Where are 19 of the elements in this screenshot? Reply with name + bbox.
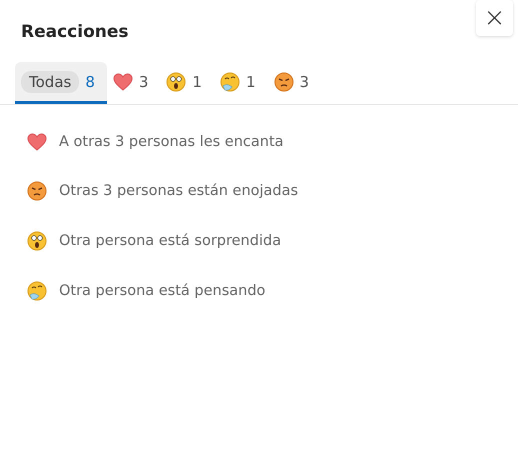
reaction-summary: Otra persona está pensando [59,283,266,299]
reaction-summary: A otras 3 personas les encanta [59,134,284,150]
reaction-tab[interactable]: 1 [214,62,268,104]
angry-face-icon [27,181,47,201]
heart-icon [112,72,133,90]
reaction-tab[interactable]: 1 [160,62,214,104]
heart-icon [27,133,47,151]
dialog-title: Reacciones [21,22,129,42]
thinking-face-icon [220,72,240,92]
surprised-face-icon [27,231,47,251]
reaction-summary: Otras 3 personas están enojadas [59,183,298,199]
reaction-tab[interactable]: 3 [268,62,322,104]
reaction-summary: Otra persona está sorprendida [59,233,282,249]
reaction-tab[interactable]: Todas 8 [15,62,107,104]
angry-face-icon [274,72,294,92]
surprised-face-icon [166,72,186,92]
close-button[interactable]: × [476,0,513,36]
thinking-face-icon [27,281,47,301]
reaction-tab[interactable]: 3 [106,62,160,104]
